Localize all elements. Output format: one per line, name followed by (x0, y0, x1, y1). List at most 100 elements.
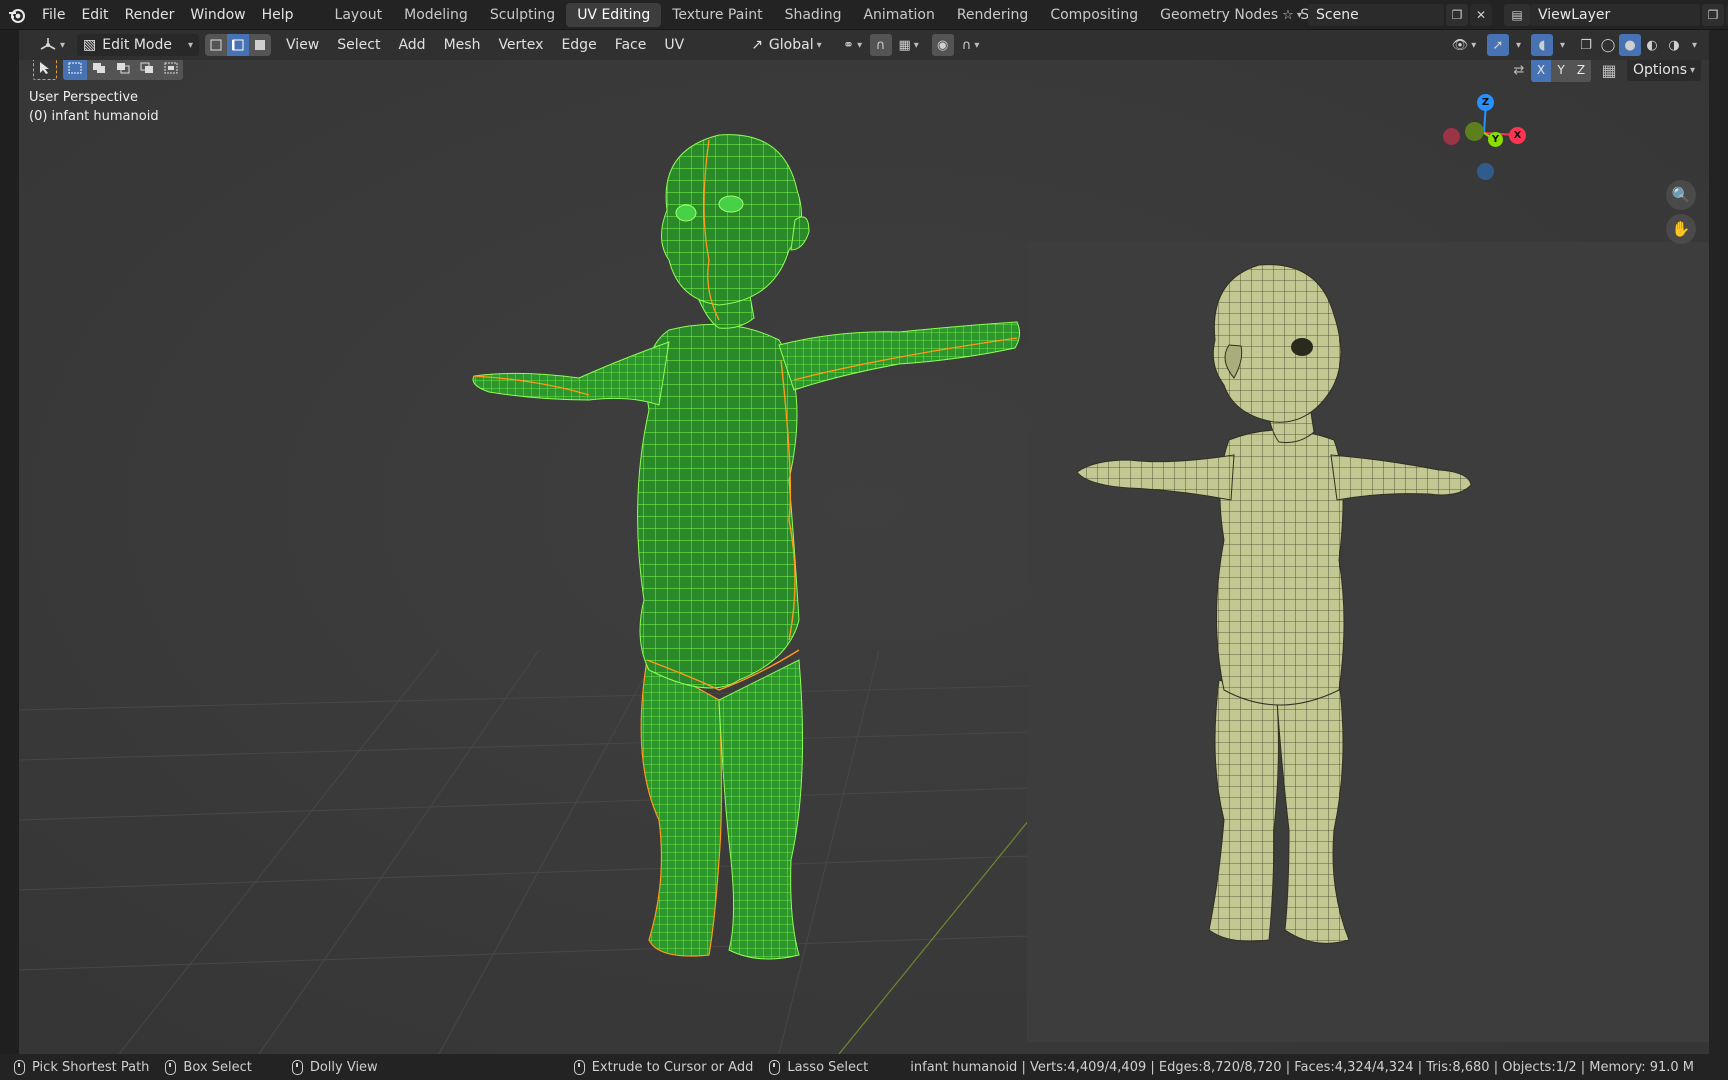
snap-target-icon[interactable]: ▦ ▾ (892, 34, 926, 56)
tab-shading[interactable]: Shading (774, 3, 853, 27)
status-hint-4: Extrude to Cursor or Add (573, 1059, 753, 1075)
mouse-middle-icon (291, 1059, 303, 1075)
mode-label: Edit Mode (102, 37, 172, 53)
view-layer-icon[interactable]: ▤ (1504, 4, 1530, 26)
options-dropdown[interactable]: Options ▾ (1627, 60, 1702, 81)
blender-logo-icon[interactable] (0, 0, 34, 30)
menu-file[interactable]: File (34, 0, 73, 30)
menu-face[interactable]: Face (606, 37, 656, 53)
gizmo-neg-y-axis[interactable] (1465, 122, 1484, 141)
zoom-icon[interactable]: 🔍 (1666, 180, 1696, 210)
gizmo-dropdown-icon[interactable]: ▾ (1509, 34, 1525, 56)
solid-shading-icon[interactable]: ● (1619, 34, 1641, 56)
menu-help[interactable]: Help (254, 0, 302, 30)
tab-texture-paint[interactable]: Texture Paint (661, 3, 773, 27)
mirror-y-toggle[interactable]: Y (1551, 60, 1571, 82)
mirror-x-toggle[interactable]: X (1531, 60, 1551, 82)
menu-window[interactable]: Window (182, 0, 253, 30)
shading-dropdown-icon[interactable]: ▾ (1685, 34, 1701, 56)
gizmo-z-axis[interactable]: Z (1477, 94, 1494, 111)
proportional-edit-icon[interactable]: ◉ (931, 34, 954, 56)
status-bar: Pick Shortest Path Box Select Dolly View… (0, 1054, 1728, 1080)
editor-type-icon[interactable]: ▾ (33, 34, 71, 56)
mirror-icon: ⇄ (1513, 62, 1525, 78)
vertex-select-icon[interactable] (205, 34, 228, 56)
perspective-label: User Perspective (29, 90, 139, 105)
menu-mesh[interactable]: Mesh (435, 37, 490, 53)
tab-modeling[interactable]: Modeling (393, 3, 479, 27)
options-label: Options (1633, 62, 1688, 78)
left-panel-strip (0, 30, 19, 1054)
overlays-dropdown-icon[interactable]: ▾ (1553, 34, 1569, 56)
tab-animation[interactable]: Animation (852, 3, 945, 27)
material-shading-icon[interactable]: ◐ (1641, 34, 1663, 56)
menu-render[interactable]: Render (117, 0, 183, 30)
mode-dropdown[interactable]: ▧ Edit Mode ▾ (77, 34, 200, 56)
menu-vertex[interactable]: Vertex (489, 37, 552, 53)
pan-hand-icon[interactable]: ✋ (1666, 214, 1696, 244)
select-tool-icon[interactable] (33, 60, 57, 80)
scene-icon[interactable]: ☆ ▾ (1276, 4, 1308, 26)
mirror-z-toggle[interactable]: Z (1571, 60, 1591, 82)
tab-uv-editing[interactable]: UV Editing (566, 2, 662, 27)
object-label: (0) infant humanoid (29, 109, 159, 124)
menu-uv[interactable]: UV (655, 37, 693, 53)
menu-edge[interactable]: Edge (552, 37, 605, 53)
tab-geometry-nodes[interactable]: Geometry Nodes (1149, 3, 1289, 27)
face-select-icon[interactable] (249, 34, 272, 56)
viewport-scene (19, 60, 1709, 1054)
select-intersect-mode-icon[interactable] (159, 60, 183, 80)
gizmo-y-axis[interactable]: Y (1488, 132, 1503, 147)
orientation-icon: ↗ (751, 37, 763, 53)
new-scene-icon[interactable]: ❐ (1446, 4, 1468, 26)
3d-viewport[interactable]: User Perspective (0) infant humanoid ⇄ X… (19, 60, 1709, 1054)
select-new-mode-icon[interactable] (63, 60, 87, 80)
overlays-toggle-icon[interactable]: ◖ (1531, 34, 1553, 56)
remove-scene-icon[interactable]: ✕ (1470, 4, 1492, 26)
status-hint-5: Lasso Select (769, 1059, 868, 1075)
select-extend-mode-icon[interactable] (87, 60, 111, 80)
rendered-shading-icon[interactable]: ◑ (1663, 34, 1685, 56)
wireframe-shading-icon[interactable]: ◯ (1597, 34, 1619, 56)
menu-view[interactable]: View (277, 37, 328, 53)
status-hint-3: Dolly View (291, 1059, 378, 1075)
gizmo-neg-z-axis[interactable] (1477, 163, 1494, 180)
view-layer-name-field[interactable]: ViewLayer (1530, 4, 1700, 26)
new-view-layer-icon[interactable]: ❐ (1702, 4, 1724, 26)
status-hint-1: Pick Shortest Path (14, 1059, 149, 1075)
workspace-tabs: Layout Modeling Sculpting UV Editing Tex… (324, 0, 1360, 30)
pivot-point-icon[interactable]: ⚭ ▾ (836, 34, 870, 56)
edge-select-icon[interactable] (227, 34, 250, 56)
gizmo-neg-x-axis[interactable] (1443, 128, 1460, 145)
tab-layout[interactable]: Layout (324, 3, 394, 27)
scene-statistics: infant humanoid | Verts:4,409/4,409 | Ed… (910, 1059, 1695, 1075)
navigation-gizmo[interactable]: Z X Y (1429, 88, 1539, 188)
menu-edit[interactable]: Edit (73, 0, 116, 30)
gizmo-x-axis[interactable]: X (1509, 127, 1526, 144)
menu-select[interactable]: Select (328, 37, 389, 53)
viewport-header: ▾ ▧ Edit Mode ▾ View Select Add Mesh Ver… (19, 30, 1709, 60)
transform-orientation-dropdown[interactable]: ↗ Global ▾ (745, 34, 827, 56)
visibility-icon[interactable]: 👁 ▾ (1447, 34, 1481, 56)
select-subtract-mode-icon[interactable] (111, 60, 135, 80)
mirror-axis-row: ⇄ X Y Z ▦ Options ▾ (1507, 60, 1702, 82)
select-invert-mode-icon[interactable] (135, 60, 159, 80)
mouse-right-icon (573, 1059, 585, 1075)
xray-toggle-icon[interactable]: ❐ (1575, 34, 1597, 56)
view-layer-selector: ▤ ViewLayer ❐ ✕ (1502, 3, 1728, 27)
scene-name-field[interactable]: Scene (1308, 4, 1444, 26)
status-hint-2: Box Select (165, 1059, 252, 1075)
gizmo-toggle-icon[interactable]: ➚ (1487, 34, 1509, 56)
menu-add[interactable]: Add (389, 37, 434, 53)
tab-compositing[interactable]: Compositing (1039, 3, 1149, 27)
auto-merge-icon[interactable]: ▦ (1597, 60, 1621, 82)
tool-settings-row (33, 60, 183, 80)
orientation-label: Global (768, 37, 814, 53)
falloff-icon[interactable]: ∩ ▾ (954, 34, 988, 56)
top-bar: File Edit Render Window Help Layout Mode… (0, 0, 1728, 30)
tab-rendering[interactable]: Rendering (946, 3, 1040, 27)
mouse-left-icon (14, 1059, 25, 1075)
snap-toggle-icon[interactable]: ∩ (869, 34, 892, 56)
tab-sculpting[interactable]: Sculpting (479, 3, 566, 27)
scene-selector: ☆ ▾ Scene ❐ ✕ (1276, 3, 1492, 27)
